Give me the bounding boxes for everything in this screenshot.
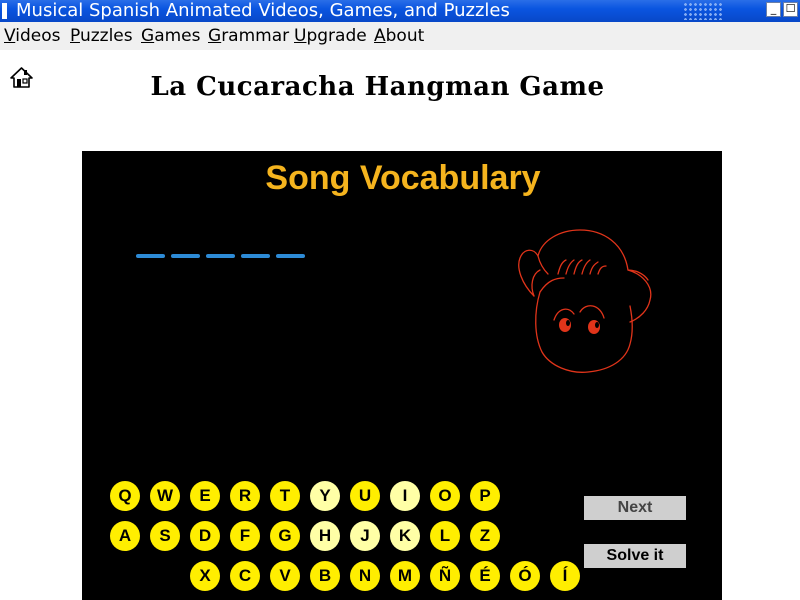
menu-puzzles[interactable]: Puzzles <box>70 26 133 46</box>
category-title: Song Vocabulary <box>265 159 541 197</box>
letter-key[interactable]: T <box>270 481 300 511</box>
letter-key[interactable]: Ñ <box>430 561 460 591</box>
letter-key[interactable]: K <box>390 521 420 551</box>
menu-videos[interactable]: Videos <box>4 26 61 46</box>
letter-key[interactable]: G <box>270 521 300 551</box>
app-icon <box>2 3 7 19</box>
menu-grammar[interactable]: Grammar <box>208 26 289 46</box>
window-title: Musical Spanish Animated Videos, Games, … <box>16 0 510 21</box>
letter-key[interactable]: I <box>390 481 420 511</box>
letter-blank <box>136 254 165 258</box>
letter-key[interactable]: U <box>350 481 380 511</box>
letter-key[interactable]: Ó <box>510 561 540 591</box>
maximize-button[interactable]: ☐ <box>783 2 798 17</box>
letter-key[interactable]: J <box>350 521 380 551</box>
menu-games[interactable]: Games <box>141 26 200 46</box>
hair-outline <box>518 229 649 297</box>
letter-key[interactable]: L <box>430 521 460 551</box>
letter-key[interactable]: P <box>470 481 500 511</box>
minimize-icon: _ <box>770 2 777 15</box>
solve-it-button[interactable]: Solve it <box>584 544 686 568</box>
letter-key[interactable]: A <box>110 521 140 551</box>
letter-key[interactable]: Q <box>110 481 140 511</box>
letter-key[interactable]: E <box>190 481 220 511</box>
word-blanks <box>136 254 311 258</box>
letter-key[interactable]: R <box>230 481 260 511</box>
letter-key[interactable]: C <box>230 561 260 591</box>
letter-key[interactable]: F <box>230 521 260 551</box>
letter-key[interactable]: V <box>270 561 300 591</box>
letter-blank <box>171 254 200 258</box>
letter-key[interactable]: D <box>190 521 220 551</box>
letter-key[interactable]: M <box>390 561 420 591</box>
letter-key[interactable]: Í <box>550 561 580 591</box>
letter-key[interactable]: W <box>150 481 180 511</box>
letter-key[interactable]: S <box>150 521 180 551</box>
menu-about[interactable]: About <box>374 26 424 46</box>
maximize-icon: ☐ <box>785 2 796 15</box>
menu-upgrade[interactable]: Upgrade <box>294 26 367 46</box>
minimize-button[interactable]: _ <box>766 2 781 17</box>
letter-key[interactable]: Y <box>310 481 340 511</box>
letter-key[interactable]: O <box>430 481 460 511</box>
letter-key[interactable]: É <box>470 561 500 591</box>
letter-blank <box>276 254 305 258</box>
letter-key[interactable]: X <box>190 561 220 591</box>
hangman-face-drawing <box>518 229 652 373</box>
hangman-game-area: Song Vocabulary QWERTYUIOP ASDFGHJKLZ XCVB… <box>82 151 722 600</box>
letter-key[interactable]: N <box>350 561 380 591</box>
letter-key[interactable]: Z <box>470 521 500 551</box>
letter-key[interactable]: B <box>310 561 340 591</box>
letter-key[interactable]: H <box>310 521 340 551</box>
menu-bar: Videos Puzzles Games Grammar Upgrade Abo… <box>0 22 800 50</box>
page-title: La Cucaracha Hangman Game <box>150 72 605 102</box>
window-title-bar: Musical Spanish Animated Videos, Games, … <box>0 0 800 22</box>
next-button[interactable]: Next <box>584 496 686 520</box>
title-bar-decoration <box>683 2 723 20</box>
letter-blank <box>206 254 235 258</box>
letter-blank <box>241 254 270 258</box>
